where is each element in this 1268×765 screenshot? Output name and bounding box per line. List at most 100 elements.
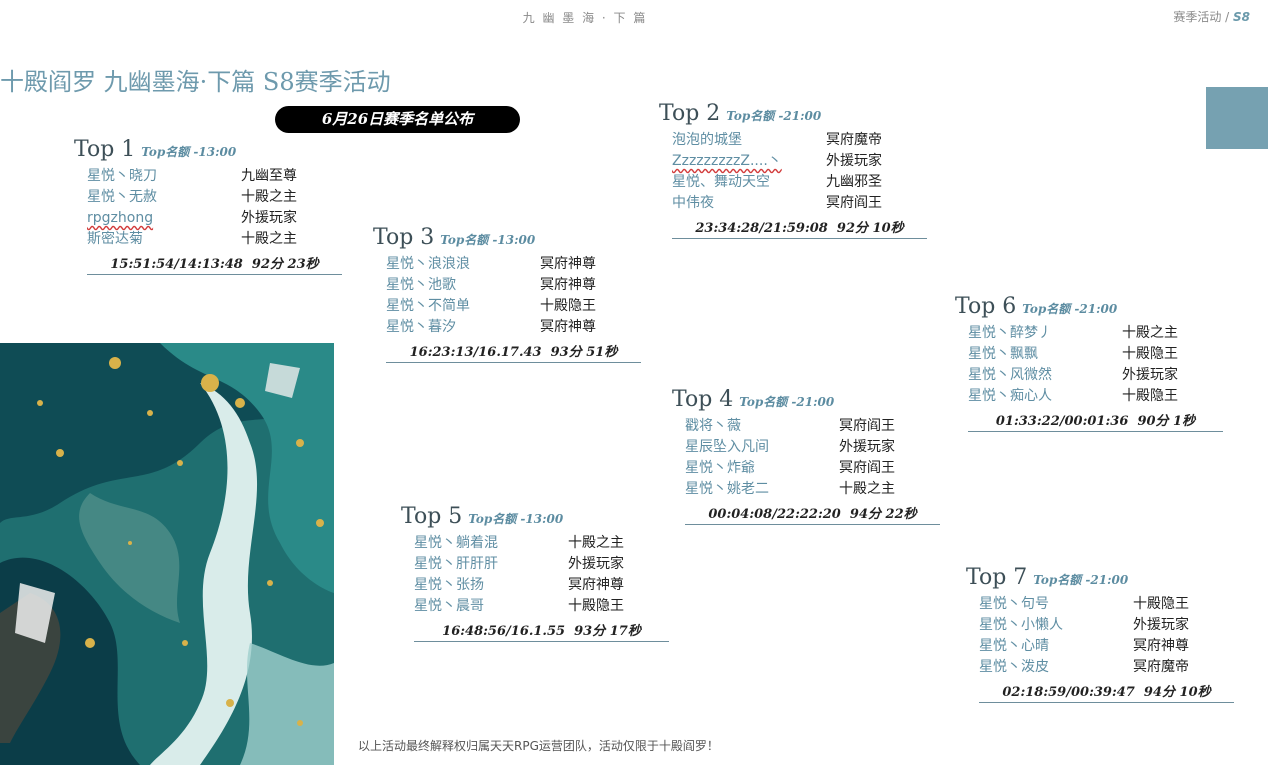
member-name: 星悦丶小懒人	[979, 617, 1063, 633]
member-row: 星悦丶浪浪浪 冥府神尊	[386, 254, 641, 275]
quota-label: Top名额 -13:00	[141, 145, 237, 159]
time-value: 23:34:28/21:59:08	[695, 221, 828, 236]
member-row: 星悦丶小懒人 外援玩家	[979, 615, 1234, 636]
member-server: 冥府神尊	[540, 319, 596, 335]
member-row: 星悦丶不简单 十殿隐王	[386, 296, 641, 317]
member-name: 斯密达菊	[87, 231, 143, 247]
member-server: 冥府神尊	[540, 256, 596, 272]
marble-artwork	[0, 343, 334, 765]
member-row: 星悦、舞动天空 九幽邪圣	[672, 172, 927, 193]
time-score-line: 23:34:28/21:59:08 92分 10秒	[672, 217, 927, 239]
section-label: 赛季活动 / S8	[1173, 8, 1250, 25]
score-value: 92分 23秒	[251, 257, 319, 272]
member-server: 冥府神尊	[1133, 638, 1189, 654]
group-title: Top 5 Top名额 -13:00	[401, 504, 669, 532]
page-title: 十殿阎罗 九幽墨海·下篇 S8赛季活动	[0, 68, 391, 96]
member-server: 冥府阎王	[839, 460, 895, 476]
member-server: 十殿隐王	[1133, 596, 1189, 612]
member-row: 星悦丶晓刀 九幽至尊	[87, 166, 342, 187]
member-server: 外援玩家	[241, 210, 297, 226]
member-name: 中伟夜	[672, 195, 714, 211]
member-name: 星悦丶不简单	[386, 298, 470, 314]
ranking-group-top1: Top 1 Top名额 -13:00 星悦丶晓刀 九幽至尊 星悦丶无赦 十殿之主 rp…	[74, 137, 342, 275]
member-row: 星悦丶晨哥 十殿隐王	[414, 596, 669, 617]
member-name: 星悦丶痴心人	[968, 388, 1052, 404]
member-server: 九幽至尊	[241, 168, 297, 184]
member-server: 冥府阎王	[839, 418, 895, 434]
quota-label: Top名额 -21:00	[1022, 302, 1118, 316]
group-title: Top 6 Top名额 -21:00	[955, 294, 1223, 322]
member-name: 星悦丶醉梦丿	[968, 325, 1052, 341]
time-value: 01:33:22/00:01:36	[995, 414, 1129, 429]
member-row: 星悦丶炸爺 冥府阎王	[685, 458, 940, 479]
member-name: 星悦丶无赦	[87, 189, 157, 205]
member-list: 星悦丶醉梦丿 十殿之主 星悦丶飘飘 十殿隐王 星悦丶风微然 外援玩家 星悦丶痴心人 十殿…	[968, 323, 1223, 407]
score-value: 94分 10秒	[1143, 685, 1211, 700]
member-row: 星悦丶句号 十殿隐王	[979, 594, 1234, 615]
member-server: 冥府魔帝	[826, 132, 882, 148]
time-score-line: 02:18:59/00:39:47 94分 10秒	[979, 681, 1234, 703]
member-name: 星悦、舞动天空	[672, 174, 770, 190]
rank-label: Top 3	[373, 225, 435, 250]
member-server: 十殿隐王	[1122, 346, 1178, 362]
member-row: ZzzzzzzzzZ....丶 外援玩家	[672, 151, 927, 172]
score-value: 92分 10秒	[836, 221, 904, 236]
member-row: 星悦丶暮汐 冥府神尊	[386, 317, 641, 338]
member-server: 外援玩家	[826, 153, 882, 169]
member-row: 星悦丶心晴 冥府神尊	[979, 636, 1234, 657]
member-server: 十殿隐王	[1122, 388, 1178, 404]
member-list: 泡泡的城堡 冥府魔帝 ZzzzzzzzzZ....丶 外援玩家 星悦、舞动天空 九幽邪…	[672, 130, 927, 214]
member-name: 星辰坠入凡间	[685, 439, 769, 455]
member-server: 九幽邪圣	[826, 174, 882, 190]
member-name: 星悦丶躺着混	[414, 535, 498, 551]
member-row: 斯密达菊 十殿之主	[87, 229, 342, 250]
time-score-line: 16:48:56/16.1.55 93分 17秒	[414, 620, 669, 642]
member-server: 冥府魔帝	[1133, 659, 1189, 675]
group-title: Top 1 Top名额 -13:00	[74, 137, 342, 165]
member-server: 冥府神尊	[540, 277, 596, 293]
member-server: 十殿之主	[568, 535, 624, 551]
member-server: 外援玩家	[568, 556, 624, 572]
rank-label: Top 5	[401, 504, 463, 529]
member-server: 十殿之主	[241, 189, 297, 205]
member-row: 星悦丶躺着混 十殿之主	[414, 533, 669, 554]
ranking-group-top3: Top 3 Top名额 -13:00 星悦丶浪浪浪 冥府神尊 星悦丶池歌 冥府神尊 星…	[373, 225, 641, 363]
member-row: 星悦丶痴心人 十殿隐王	[968, 386, 1223, 407]
time-score-line: 00:04:08/22:22:20 94分 22秒	[685, 503, 940, 525]
member-name: 星悦丶飘飘	[968, 346, 1038, 362]
member-row: 星悦丶肝肝肝 外援玩家	[414, 554, 669, 575]
time-score-line: 16:23:13/16.17.43 93分 51秒	[386, 341, 641, 363]
member-server: 十殿之主	[839, 481, 895, 497]
member-server: 冥府阎王	[826, 195, 882, 211]
member-name: 泡泡的城堡	[672, 132, 742, 148]
quota-label: Top名额 -21:00	[739, 395, 835, 409]
member-list: 星悦丶浪浪浪 冥府神尊 星悦丶池歌 冥府神尊 星悦丶不简单 十殿隐王 星悦丶暮汐 冥府神…	[386, 254, 641, 338]
member-server: 外援玩家	[839, 439, 895, 455]
member-name: 星悦丶心晴	[979, 638, 1049, 654]
season-label: S8	[1233, 10, 1250, 24]
member-row: 星悦丶风微然 外援玩家	[968, 365, 1223, 386]
time-value: 00:04:08/22:22:20	[708, 507, 841, 522]
member-row: 星悦丶池歌 冥府神尊	[386, 275, 641, 296]
member-list: 戳将丶薇 冥府阎王 星辰坠入凡间 外援玩家 星悦丶炸爺 冥府阎王 星悦丶姚老二 十殿之主	[685, 416, 940, 500]
member-server: 外援玩家	[1122, 367, 1178, 383]
ranking-group-top6: Top 6 Top名额 -21:00 星悦丶醉梦丿 十殿之主 星悦丶飘飘 十殿隐王 星…	[955, 294, 1223, 432]
member-list: 星悦丶躺着混 十殿之主 星悦丶肝肝肝 外援玩家 星悦丶张扬 冥府神尊 星悦丶晨哥 十殿隐…	[414, 533, 669, 617]
section-prefix: 赛季活动 /	[1173, 10, 1233, 24]
member-server: 冥府神尊	[568, 577, 624, 593]
quota-label: Top名额 -21:00	[726, 109, 822, 123]
member-name: 星悦丶肝肝肝	[414, 556, 498, 572]
ranking-group-top7: Top 7 Top名额 -21:00 星悦丶句号 十殿隐王 星悦丶小懒人 外援玩家 星…	[966, 565, 1234, 703]
member-name: 星悦丶暮汐	[386, 319, 456, 335]
group-title: Top 3 Top名额 -13:00	[373, 225, 641, 253]
document-header: 九 幽 墨 海 · 下 篇	[522, 11, 648, 25]
ranking-group-top2: Top 2 Top名额 -21:00 泡泡的城堡 冥府魔帝 ZzzzzzzzzZ..…	[659, 101, 927, 239]
member-name: 戳将丶薇	[685, 418, 741, 434]
member-name: 星悦丶晨哥	[414, 598, 484, 614]
rank-label: Top 6	[955, 294, 1017, 319]
member-name: 星悦丶风微然	[968, 367, 1052, 383]
time-value: 16:23:13/16.17.43	[409, 345, 542, 360]
member-name: ZzzzzzzzzZ....丶	[672, 153, 782, 169]
member-list: 星悦丶句号 十殿隐王 星悦丶小懒人 外援玩家 星悦丶心晴 冥府神尊 星悦丶泼皮 冥府魔帝	[979, 594, 1234, 678]
member-server: 十殿之主	[241, 231, 297, 247]
